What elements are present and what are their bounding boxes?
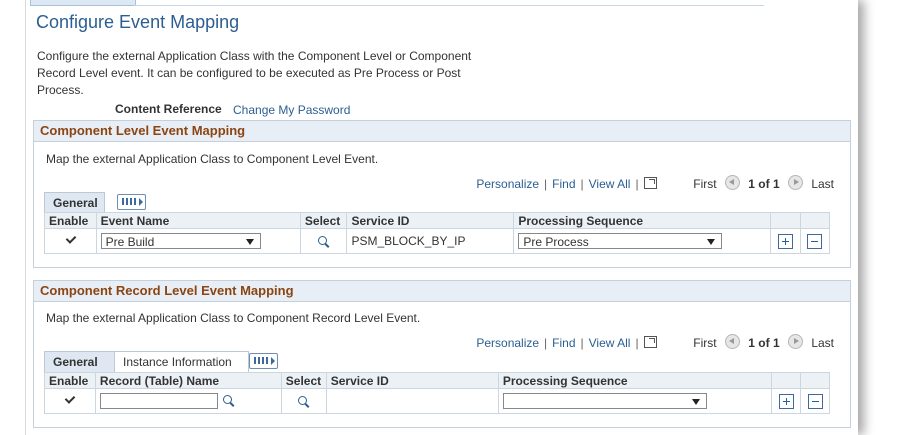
content-reference-link[interactable]: Change My Password	[233, 103, 350, 117]
next-row-icon[interactable]	[787, 334, 803, 349]
col-enable: Enable	[44, 212, 97, 229]
left-divider	[25, 0, 26, 435]
component-level-header: Component Level Event Mapping	[34, 121, 850, 142]
col-service-id: Service ID	[325, 372, 499, 389]
col-processing-sequence: Processing Sequence	[497, 372, 773, 389]
service-id-value: PSM_BLOCK_BY_IP	[346, 228, 515, 254]
table-row	[44, 388, 830, 414]
tab-general[interactable]: General	[44, 351, 115, 372]
personalize-link[interactable]: Personalize	[476, 177, 539, 191]
record-level-navbar: Personalize | Find | View All | First 1 of 1 …	[476, 334, 834, 350]
show-all-columns-icon[interactable]	[249, 353, 278, 369]
view-all-link[interactable]: View All	[589, 177, 631, 191]
table-row: Pre Build PSM_BLOCK_BY_IP Pre Process	[44, 228, 831, 254]
previous-row-icon[interactable]	[724, 334, 740, 349]
record-lookup-icon[interactable]	[223, 395, 235, 407]
delete-row-icon[interactable]	[807, 393, 823, 409]
component-level-description: Map the external Application Class to Co…	[46, 152, 379, 166]
first-label: First	[693, 177, 717, 191]
page-title: Configure Event Mapping	[36, 12, 240, 32]
col-event-name: Event Name	[95, 212, 301, 229]
service-id-value	[325, 388, 499, 414]
col-select: Select	[280, 372, 327, 389]
view-all-link[interactable]: View All	[589, 336, 631, 350]
record-name-input[interactable]	[99, 393, 218, 409]
col-record-name: Record (Table) Name	[94, 372, 282, 389]
content-reference-label: Content Reference	[115, 102, 222, 116]
col-service-id: Service ID	[346, 212, 515, 229]
chevron-down-icon	[691, 399, 700, 405]
record-level-group: Component Record Level Event Mapping Map…	[33, 280, 851, 428]
last-label: Last	[811, 177, 834, 191]
enable-checkbox[interactable]	[65, 234, 76, 245]
col-processing-sequence: Processing Sequence	[513, 212, 772, 229]
find-link[interactable]: Find	[552, 177, 575, 191]
component-level-group: Component Level Event Mapping Map the ex…	[33, 120, 851, 268]
previous-row-icon[interactable]	[724, 175, 740, 190]
find-link[interactable]: Find	[552, 336, 575, 350]
top-divider	[134, 5, 764, 6]
download-popout-icon[interactable]	[643, 177, 657, 189]
record-level-header: Component Record Level Event Mapping	[34, 281, 850, 302]
search-icon[interactable]	[317, 235, 330, 248]
record-level-grid: Enable Record (Table) Name Select Servic…	[44, 372, 830, 414]
add-row-icon[interactable]	[777, 233, 793, 249]
next-row-icon[interactable]	[787, 175, 803, 190]
chevron-down-icon	[707, 239, 716, 245]
enable-checkbox[interactable]	[64, 394, 75, 405]
event-name-select[interactable]: Pre Build	[100, 233, 261, 249]
record-level-description: Map the external Application Class to Co…	[46, 311, 421, 325]
last-label: Last	[811, 336, 834, 350]
show-all-columns-icon[interactable]	[117, 194, 146, 210]
add-row-icon[interactable]	[778, 393, 794, 409]
row-count: 1 of 1	[748, 336, 780, 350]
tab-instance-information[interactable]: Instance Information	[114, 351, 249, 372]
col-enable: Enable	[44, 372, 96, 389]
component-level-navbar: Personalize | Find | View All | First 1 of 1 …	[476, 175, 834, 191]
processing-sequence-select[interactable]: Pre Process	[518, 233, 723, 249]
col-select: Select	[299, 212, 348, 229]
row-count: 1 of 1	[748, 177, 780, 191]
delete-row-icon[interactable]	[807, 233, 823, 249]
chevron-down-icon	[245, 239, 254, 245]
search-icon[interactable]	[297, 395, 310, 408]
personalize-link[interactable]: Personalize	[476, 336, 539, 350]
download-popout-icon[interactable]	[643, 336, 657, 348]
component-level-grid: Enable Event Name Select Service ID Proc…	[44, 212, 831, 254]
tab-general[interactable]: General	[44, 192, 105, 213]
first-label: First	[693, 336, 717, 350]
top-page-tab[interactable]	[30, 0, 136, 6]
processing-sequence-select[interactable]	[502, 393, 707, 409]
page-description: Configure the external Application Class…	[37, 49, 472, 97]
